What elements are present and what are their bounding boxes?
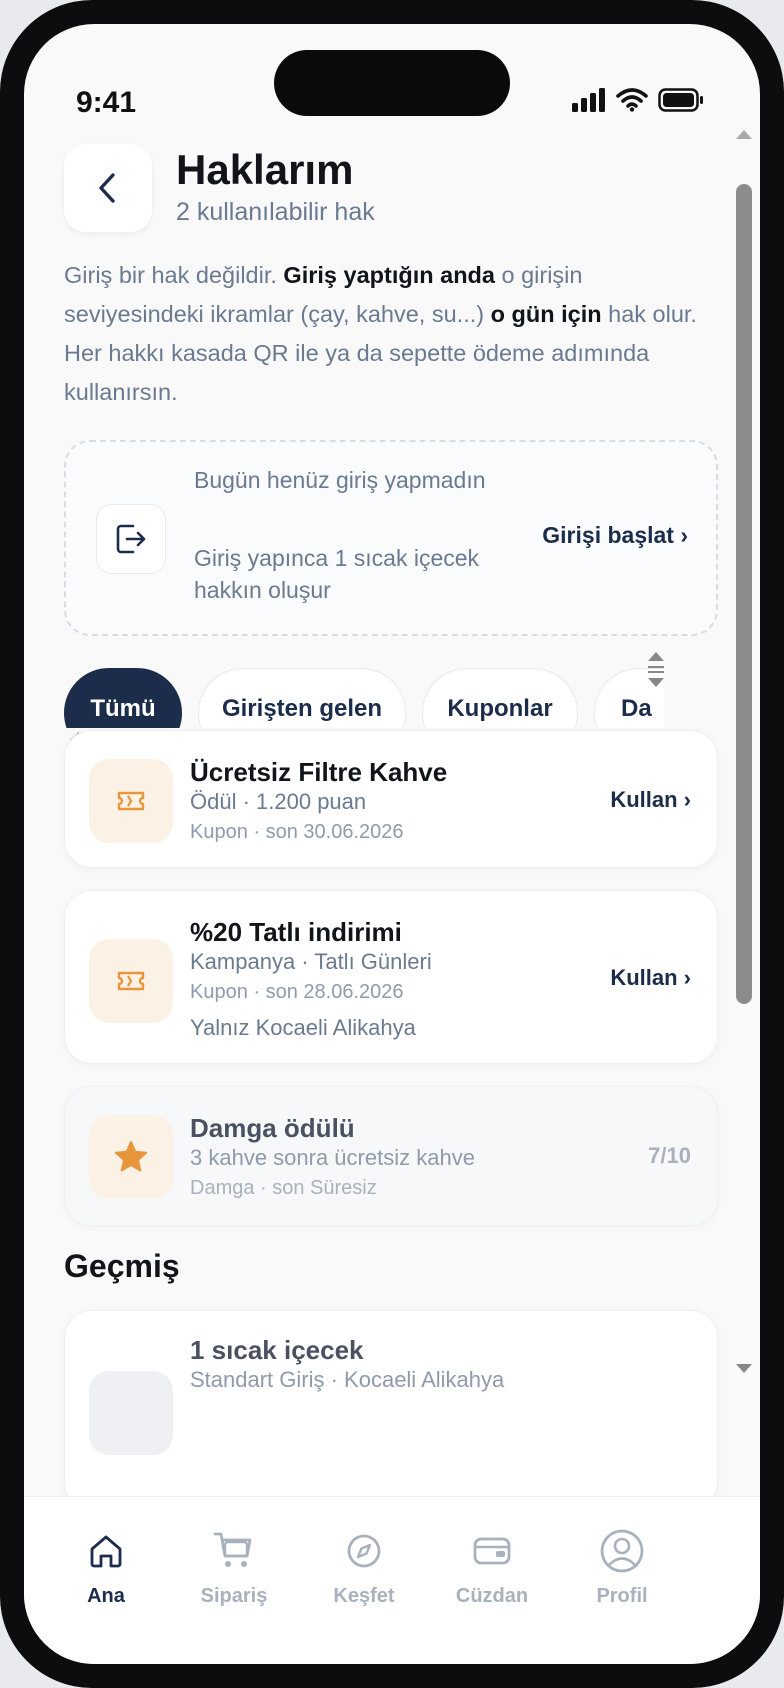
intro-text: Giriş bir hak değildir. Giriş yaptığın a… xyxy=(64,256,720,412)
signal-icon xyxy=(572,88,605,112)
stamp-card: Damga ödülü 3 kahve sonra ücretsiz kahve… xyxy=(64,1086,718,1226)
right-title: %20 Tatlı indirimi xyxy=(190,917,402,947)
page-vscroll-thumb[interactable] xyxy=(736,184,752,1004)
chip-from-checkin[interactable]: Girişten gelen xyxy=(198,668,406,728)
history-title: Geçmiş xyxy=(64,1248,180,1284)
wallet-icon xyxy=(473,1537,511,1565)
profile-icon xyxy=(600,1529,644,1573)
use-button[interactable]: Kullan › xyxy=(610,965,691,991)
tab-label: Profil xyxy=(596,1585,648,1607)
checkin-title: Bugün henüz giriş yapmadın xyxy=(194,467,486,493)
intro-bold: o gün için xyxy=(490,301,602,327)
right-title: Damga ödülü xyxy=(190,1113,355,1143)
tab-bar: Ana Sipariş Keşfet Cüzdan Profil xyxy=(24,1496,760,1664)
tab-label: Ana xyxy=(87,1585,125,1607)
history-item: 1 sıcak içecek Standart Giriş · Kocaeli … xyxy=(64,1310,718,1510)
tab-home[interactable]: Ana xyxy=(46,1497,166,1608)
ticket-icon xyxy=(89,759,173,843)
home-icon xyxy=(90,1535,122,1568)
back-button[interactable] xyxy=(64,144,152,232)
status-time: 9:41 xyxy=(76,86,137,119)
tab-order[interactable]: Sipariş xyxy=(174,1497,294,1608)
right-card: Ücretsiz Filtre Kahve Ödül · 1.200 puan … xyxy=(64,730,718,868)
right-subtitle: Kampanya · Tatlı Günleri xyxy=(190,949,432,974)
chip-coupons[interactable]: Kuponlar xyxy=(422,668,578,728)
history-item-title: 1 sıcak içecek xyxy=(190,1335,364,1365)
page-title: Haklarım xyxy=(176,146,354,193)
start-checkin-link[interactable]: Girişi başlat › xyxy=(542,522,688,549)
right-note: Yalnız Kocaeli Alikahya xyxy=(190,1015,416,1040)
right-meta: Kupon · son 30.06.2026 xyxy=(190,821,404,843)
chip-all[interactable]: Tümü xyxy=(64,668,182,728)
chevron-left-icon xyxy=(99,173,115,203)
chips-vscroll-arrows[interactable] xyxy=(646,652,666,698)
right-title: Ücretsiz Filtre Kahve xyxy=(190,757,448,787)
tab-wallet[interactable]: Cüzdan xyxy=(432,1497,552,1608)
ticket-icon xyxy=(89,939,173,1023)
tab-profile[interactable]: Profil xyxy=(562,1497,682,1608)
screen: 9:41 Haklarım 2 kullanılabilir hak Giriş… xyxy=(24,24,760,1664)
tab-label: Keşfet xyxy=(333,1585,395,1607)
filter-chips: Tümü Girişten gelen Kuponlar Da xyxy=(64,668,664,728)
login-icon xyxy=(96,504,166,574)
right-subtitle: 3 kahve sonra ücretsiz kahve xyxy=(190,1145,475,1170)
dynamic-island xyxy=(274,50,510,116)
page-subtitle: 2 kullanılabilir hak xyxy=(176,198,375,226)
right-subtitle: Ödül · 1.200 puan xyxy=(190,789,367,814)
right-meta: Kupon · son 28.06.2026 xyxy=(190,981,404,1003)
battery-icon xyxy=(658,88,703,112)
status-icons xyxy=(572,88,704,112)
use-button[interactable]: Kullan › xyxy=(610,787,691,813)
history-item-subtitle: Standart Giriş · Kocaeli Alikahya xyxy=(190,1367,505,1392)
wifi-icon xyxy=(616,88,648,112)
right-meta: Damga · son Süresiz xyxy=(190,1177,377,1199)
tab-label: Sipariş xyxy=(200,1585,268,1607)
tab-explore[interactable]: Keşfet xyxy=(304,1497,424,1608)
compass-icon xyxy=(347,1534,381,1568)
checkin-card: Bugün henüz giriş yapmadın Giriş yapınca… xyxy=(64,440,718,636)
cup-icon xyxy=(89,1371,173,1455)
device-frame: 9:41 Haklarım 2 kullanılabilir hak Giriş… xyxy=(0,0,784,1688)
intro-part: Giriş bir hak değildir. xyxy=(64,262,284,288)
tab-label: Cüzdan xyxy=(455,1585,529,1607)
checkin-description: Giriş yapınca 1 sıcak içecek hakkın oluş… xyxy=(194,545,480,603)
star-icon xyxy=(89,1115,173,1199)
stamp-progress: 7/10 xyxy=(648,1143,691,1168)
right-card: %20 Tatlı indirimi Kampanya · Tatlı Günl… xyxy=(64,890,718,1064)
cart-icon xyxy=(213,1532,252,1567)
intro-bold: Giriş yaptığın anda xyxy=(283,262,495,288)
